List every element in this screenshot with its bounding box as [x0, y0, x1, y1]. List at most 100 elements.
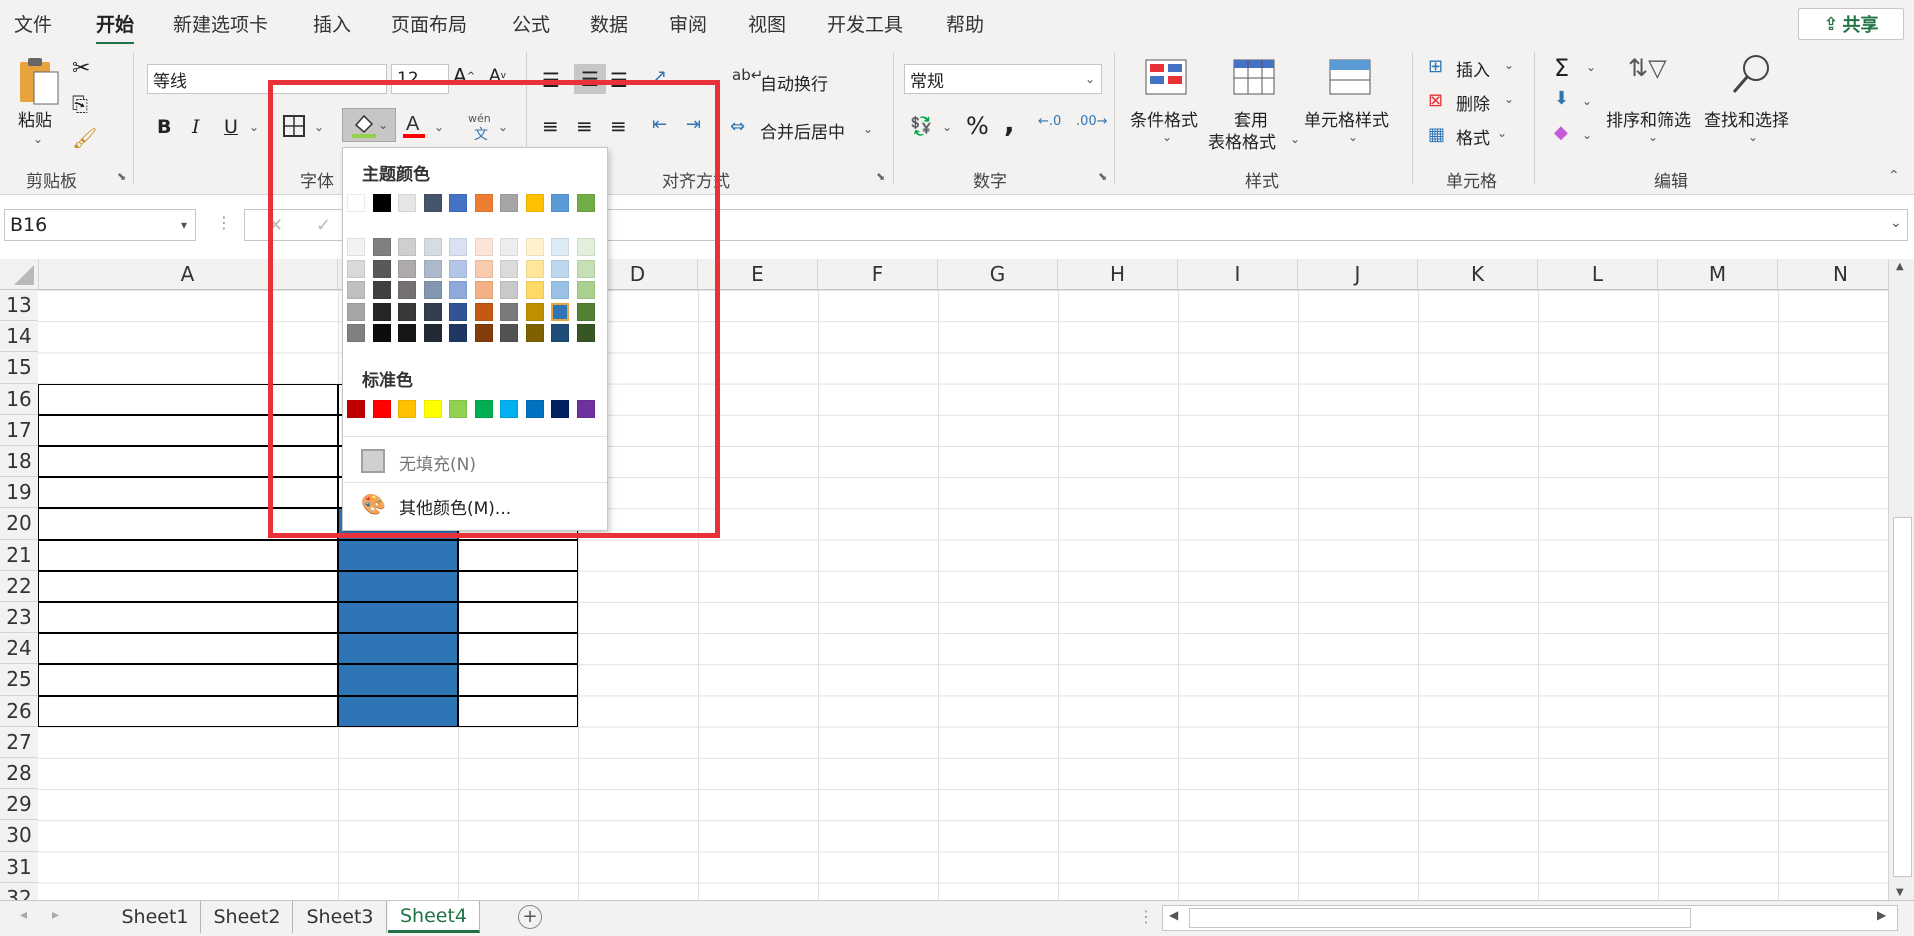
percent-button[interactable]: % [966, 112, 989, 140]
table-cell[interactable] [38, 633, 338, 665]
wrap-text-icon[interactable]: ab↵ [732, 66, 763, 84]
table-cell[interactable] [458, 664, 578, 696]
comma-button[interactable]: , [1004, 106, 1015, 139]
tab-formulas[interactable]: 公式 [512, 10, 550, 37]
table-cell[interactable] [38, 601, 338, 634]
select-all-button[interactable] [0, 259, 39, 289]
merge-dropdown-icon[interactable]: ⌄ [863, 122, 873, 136]
paste-label[interactable]: 粘贴 [18, 106, 52, 131]
next-sheet-icon[interactable]: ▸ [52, 907, 59, 923]
table-cell[interactable] [38, 539, 338, 571]
table-cell[interactable] [338, 664, 458, 696]
cut-icon[interactable]: ✂ [72, 56, 90, 81]
table-cell[interactable] [458, 570, 578, 602]
row-header-18[interactable]: 18 [0, 446, 38, 478]
scroll-thumb[interactable] [1893, 517, 1912, 877]
format-dropdown-icon[interactable]: ⌄ [1497, 126, 1507, 140]
tab-insert[interactable]: 插入 [313, 10, 351, 37]
sort-filter-button[interactable]: 排序和筛选 [1606, 106, 1691, 131]
table-cell[interactable] [458, 695, 578, 727]
tab-review[interactable]: 审阅 [669, 10, 707, 37]
row-header-29[interactable]: 29 [0, 789, 38, 821]
tab-view[interactable]: 视图 [748, 10, 786, 37]
paste-icon[interactable] [16, 56, 62, 106]
bold-button[interactable]: B [157, 116, 171, 138]
cell-styles-icon[interactable] [1328, 58, 1372, 96]
delete-dropdown-icon[interactable]: ⌄ [1504, 92, 1514, 106]
number-format-combo[interactable]: 常规 ⌄ [904, 64, 1102, 94]
column-header-g[interactable]: G [938, 259, 1058, 289]
scroll-down-icon[interactable]: ▼ [1896, 887, 1904, 898]
format-painter-icon[interactable]: 🖌 [72, 126, 97, 150]
tab-file[interactable]: 文件 [14, 10, 52, 37]
find-select-button[interactable]: 查找和选择 [1704, 106, 1789, 131]
autosum-dropdown-icon[interactable]: ⌄ [1586, 60, 1596, 74]
clear-icon[interactable]: ◆ [1554, 122, 1568, 143]
table-cell[interactable] [458, 633, 578, 665]
table-cell[interactable] [338, 539, 458, 571]
column-header-i[interactable]: I [1178, 259, 1298, 289]
merge-center-icon[interactable]: ⇔ [730, 116, 745, 137]
format-as-table-label2[interactable]: 表格格式 [1208, 128, 1276, 153]
scroll-right-icon[interactable]: ▶ [1877, 908, 1886, 922]
row-header-27[interactable]: 27 [0, 726, 38, 758]
share-button[interactable]: ⇪ 共享 [1798, 8, 1904, 40]
tab-new[interactable]: 新建选项卡 [173, 10, 268, 37]
row-header-23[interactable]: 23 [0, 602, 38, 634]
splitter-icon[interactable]: ⋮ [1138, 907, 1154, 926]
format-as-table-icon[interactable] [1232, 58, 1276, 96]
table-cell[interactable] [38, 695, 338, 727]
copy-icon[interactable]: ⎘ [72, 92, 88, 116]
horizontal-scrollbar[interactable]: ◀ ▶ [1162, 905, 1898, 931]
scroll-left-icon[interactable]: ◀ [1169, 908, 1178, 922]
accounting-format-icon[interactable]: 💱 [910, 116, 932, 137]
table-cell[interactable] [458, 601, 578, 634]
column-header-k[interactable]: K [1418, 259, 1538, 289]
table-cell[interactable] [338, 570, 458, 602]
sheet-tab-1[interactable]: Sheet1 [110, 901, 201, 933]
table-cell[interactable] [338, 601, 458, 634]
conditional-dropdown-icon[interactable]: ⌄ [1162, 130, 1172, 144]
row-header-30[interactable]: 30 [0, 820, 38, 852]
accounting-dropdown-icon[interactable]: ⌄ [942, 120, 952, 134]
format-as-table-dropdown-icon[interactable]: ⌄ [1290, 132, 1300, 146]
row-header-13[interactable]: 13 [0, 290, 38, 322]
merge-center-button[interactable]: 合并后居中 [760, 118, 845, 143]
tab-developer[interactable]: 开发工具 [827, 10, 903, 37]
insert-cells-icon[interactable]: ⊞ [1428, 56, 1443, 77]
cell-styles-button[interactable]: 单元格样式 [1304, 106, 1389, 131]
table-cell[interactable] [338, 695, 458, 727]
autosum-icon[interactable]: Σ [1554, 54, 1569, 82]
decrease-decimal-icon[interactable]: .00→ [1076, 114, 1108, 129]
column-header-l[interactable]: L [1538, 259, 1658, 289]
delete-cells-icon[interactable]: ⊠ [1428, 90, 1443, 111]
row-header-22[interactable]: 22 [0, 570, 38, 602]
column-header-h[interactable]: H [1058, 259, 1178, 289]
clipboard-launcher-icon[interactable]: ⬊ [117, 170, 126, 183]
paste-dropdown-icon[interactable]: ⌄ [33, 132, 43, 146]
sort-filter-icon[interactable]: ⇅▽ [1628, 54, 1667, 82]
table-cell[interactable] [338, 633, 458, 665]
table-cell[interactable] [38, 664, 338, 696]
wrap-text-button[interactable]: 自动换行 [760, 70, 828, 95]
format-cells-icon[interactable]: ▦ [1428, 124, 1445, 145]
row-header-31[interactable]: 31 [0, 851, 38, 883]
italic-button[interactable]: I [192, 116, 200, 138]
expand-formula-icon[interactable]: ⌄ [1890, 215, 1902, 231]
sheet-tab-2[interactable]: Sheet2 [202, 901, 293, 933]
conditional-formatting-button[interactable]: 条件格式 [1130, 106, 1198, 131]
tab-help[interactable]: 帮助 [946, 10, 984, 37]
underline-button[interactable]: U [224, 116, 238, 138]
row-header-14[interactable]: 14 [0, 321, 38, 353]
row-header-17[interactable]: 17 [0, 414, 38, 446]
row-header-15[interactable]: 15 [0, 352, 38, 384]
clear-dropdown-icon[interactable]: ⌄ [1582, 128, 1592, 142]
find-dropdown-icon[interactable]: ⌄ [1748, 130, 1758, 144]
name-box-dropdown-icon[interactable]: ▾ [181, 218, 187, 232]
collapse-ribbon-icon[interactable]: ⌃ [1888, 168, 1900, 184]
column-header-m[interactable]: M [1658, 259, 1778, 289]
number-launcher-icon[interactable]: ⬊ [1098, 170, 1107, 183]
row-header-16[interactable]: 16 [0, 383, 38, 415]
column-header-j[interactable]: J [1298, 259, 1418, 289]
tab-home[interactable]: 开始 [96, 10, 135, 45]
